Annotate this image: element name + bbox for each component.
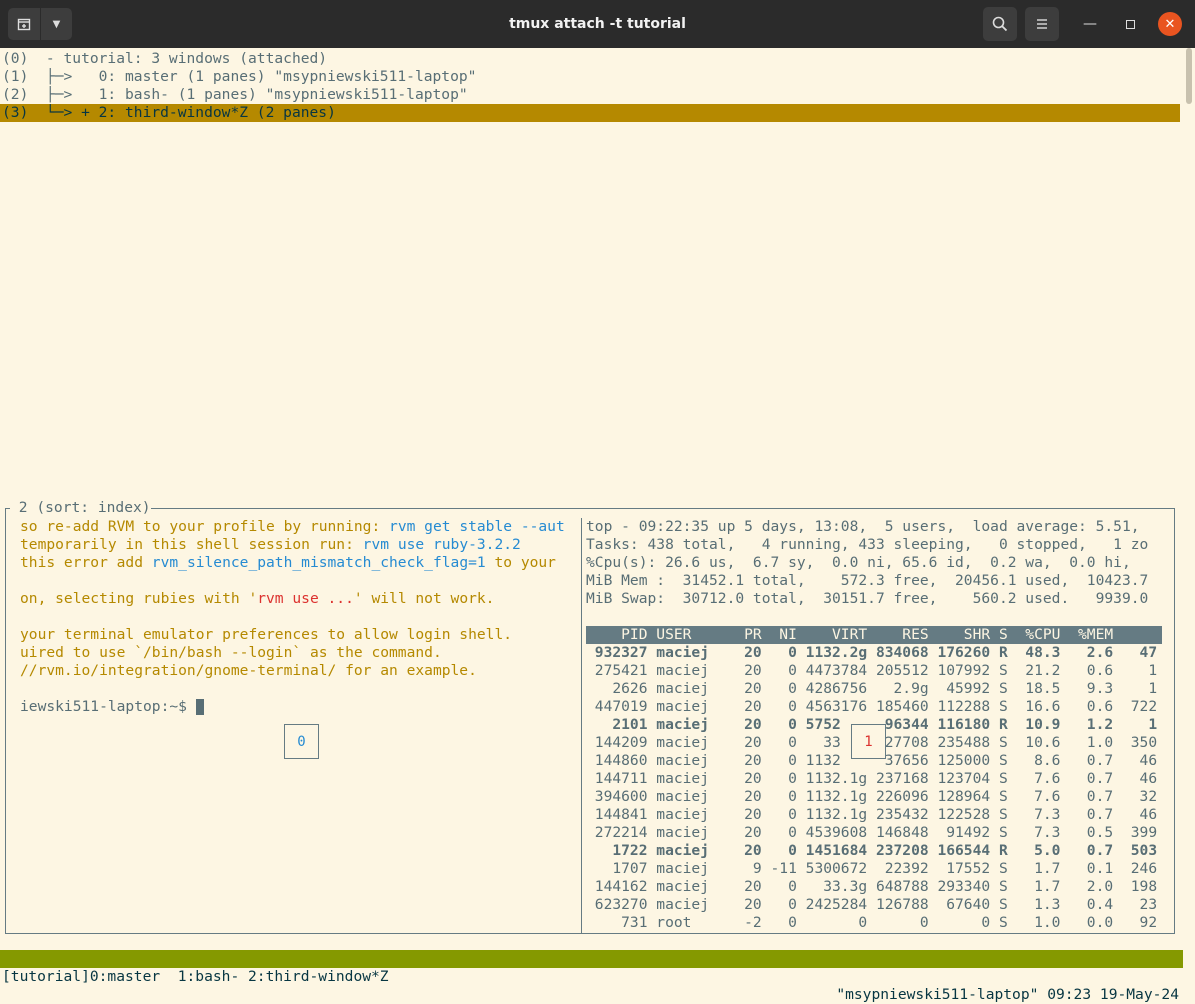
tree-window-item-selected[interactable]: (3) └─> + 2: third-window*Z (2 panes) — [0, 104, 1180, 122]
output-line: on, selecting rubies with 'rvm use ...' … — [20, 590, 495, 607]
process-row: 144162 maciej 20 0 33.3g 648788 293340 S… — [586, 878, 1158, 895]
menu-button[interactable] — [1025, 7, 1059, 41]
preview-border-right — [1174, 508, 1175, 933]
process-row: 447019 maciej 20 0 4563176 185460 112288… — [586, 698, 1158, 715]
close-icon: ✕ — [1164, 16, 1176, 32]
preview-border-top — [5, 508, 1175, 509]
close-button[interactable]: ✕ — [1158, 12, 1182, 36]
process-row: 272214 maciej 20 0 4539608 146848 91492 … — [586, 824, 1158, 841]
tree-window-item[interactable]: (1) ├─> 0: master (1 panes) "msypniewski… — [2, 68, 476, 86]
maximize-button[interactable] — [1118, 12, 1142, 36]
process-row: 623270 maciej 20 0 2425284 126788 67640 … — [586, 896, 1158, 913]
output-line: this error add rvm_silence_path_mismatch… — [20, 554, 556, 571]
output-line: uired to use `/bin/bash --login` as the … — [20, 644, 442, 661]
terminal-cursor — [195, 699, 204, 715]
scrollbar[interactable] — [1186, 48, 1192, 104]
chevron-down-icon: ▼ — [52, 18, 61, 30]
status-window-list[interactable]: [tutorial]0:master 1:bash- 2:third-windo… — [2, 968, 389, 986]
minimize-icon: — — [1083, 16, 1097, 32]
process-row: 144711 maciej 20 0 1132.1g 237168 123704… — [586, 770, 1158, 787]
tree-window-item[interactable]: (2) ├─> 1: bash- (1 panes) "msypniewski5… — [2, 86, 468, 104]
process-row: 1722 maciej 20 0 1451684 237208 166544 R… — [586, 842, 1158, 859]
process-row: 1707 maciej 9 -11 5300672 22392 17552 S … — [586, 860, 1158, 877]
process-row: 731 root -2 0 0 0 0 S 1.0 0.0 92 — [586, 914, 1158, 931]
status-host-time: "msypniewski511-laptop" 09:23 19-May-24 — [836, 986, 1179, 1003]
top-summary-line: MiB Swap: 30712.0 total, 30151.7 free, 5… — [586, 590, 1149, 607]
pane-number-badge: 1 — [851, 724, 886, 759]
preview-label: 2 (sort: index) — [10, 499, 151, 517]
terminal[interactable]: (0) - tutorial: 3 windows (attached) (1)… — [0, 48, 1183, 968]
hamburger-icon — [1037, 19, 1047, 29]
top-summary-line: MiB Mem : 31452.1 total, 572.3 free, 204… — [586, 572, 1149, 589]
output-line: //rvm.io/integration/gnome-terminal/ for… — [20, 662, 477, 679]
tab-dropdown-button[interactable]: ▼ — [40, 8, 72, 40]
process-row: 932327 maciej 20 0 1132.2g 834068 176260… — [586, 644, 1158, 661]
top-summary-line: Tasks: 438 total, 4 running, 433 sleepin… — [586, 536, 1149, 553]
search-icon — [992, 16, 1008, 32]
preview-border-bottom — [5, 933, 1175, 934]
process-row: 275421 maciej 20 0 4473784 205512 107992… — [586, 662, 1158, 679]
pane-number-badge: 0 — [284, 724, 319, 759]
top-summary-line: %Cpu(s): 26.6 us, 6.7 sy, 0.0 ni, 65.6 i… — [586, 554, 1131, 571]
minimize-button[interactable]: — — [1078, 12, 1102, 36]
preview-border-left — [5, 508, 6, 933]
tree-session-item[interactable]: (0) - tutorial: 3 windows (attached) — [2, 50, 327, 68]
process-table-header: PID USER PR NI VIRT RES SHR S %CPU %MEM — [586, 626, 1162, 644]
output-line: your terminal emulator preferences to al… — [20, 626, 513, 643]
new-tab-icon — [17, 18, 31, 31]
tmux-status-bar: [tutorial]0:master 1:bash- 2:third-windo… — [0, 950, 1183, 1003]
top-summary-line: top - 09:22:35 up 5 days, 13:08, 5 users… — [586, 518, 1140, 535]
pane-divider[interactable] — [581, 518, 582, 933]
process-row: 394600 maciej 20 0 1132.1g 226096 128964… — [586, 788, 1158, 805]
process-row: 144841 maciej 20 0 1132.1g 235432 122528… — [586, 806, 1158, 823]
search-button[interactable] — [983, 7, 1017, 41]
output-line: so re-add RVM to your profile by running… — [20, 518, 565, 535]
output-line: temporarily in this shell session run: r… — [20, 536, 521, 553]
maximize-icon — [1125, 19, 1135, 29]
new-tab-button[interactable] — [8, 8, 40, 40]
process-row: 2626 maciej 20 0 4286756 2.9g 45992 S 18… — [586, 680, 1158, 697]
title-bar: ▼ tmux attach -t tutorial — ✕ — [0, 0, 1195, 48]
shell-prompt[interactable]: iewski511-laptop:~$ — [20, 698, 204, 716]
